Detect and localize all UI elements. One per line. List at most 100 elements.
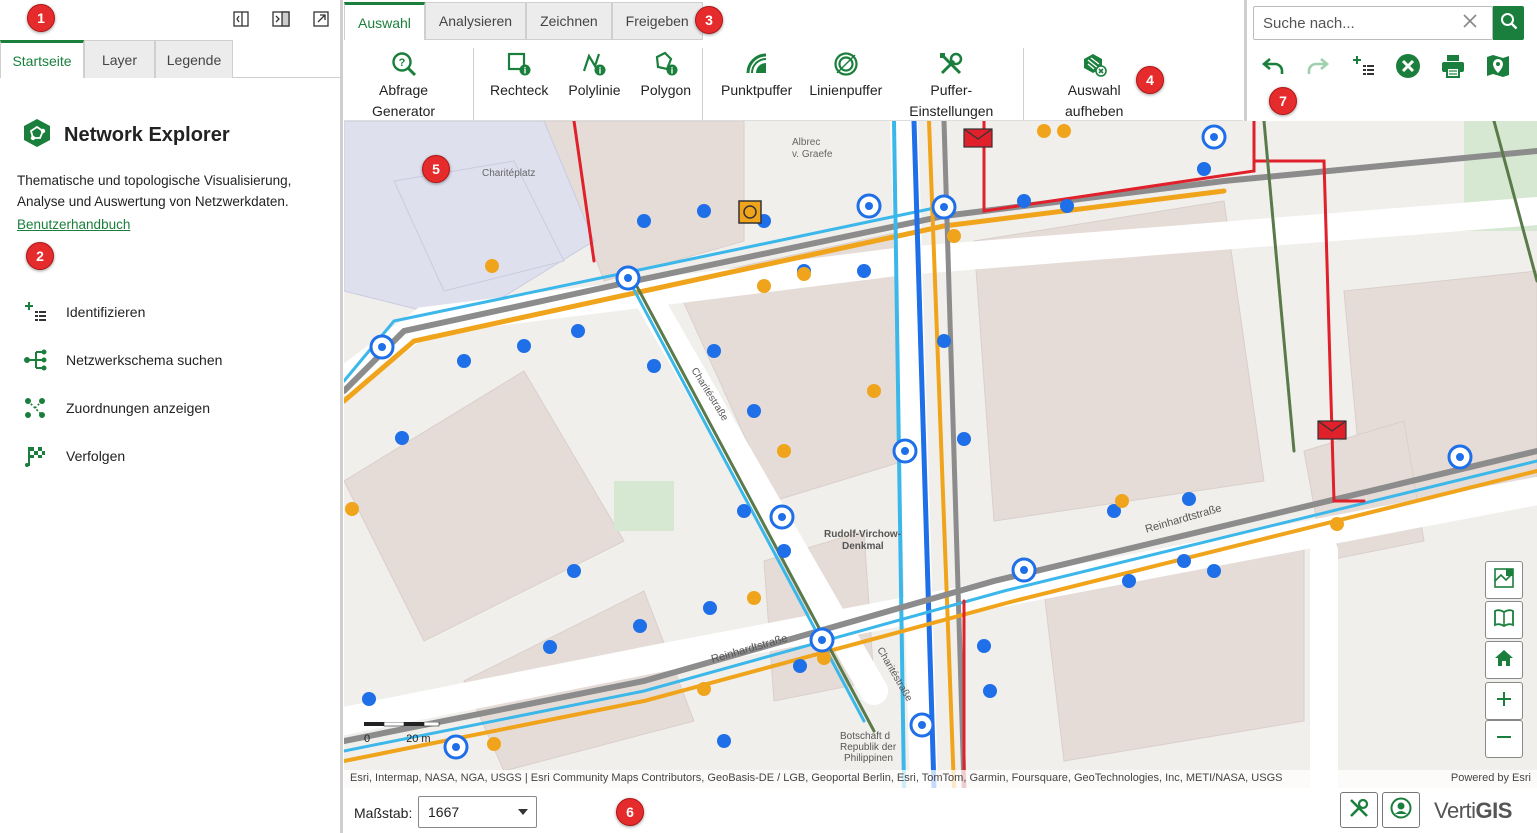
callout-badge: 5	[422, 155, 450, 183]
basemap-icon	[1493, 567, 1515, 594]
callout-badge: 7	[1269, 87, 1297, 115]
map-view[interactable]: Charitéplatz Albrec v. Graefe Charitéstr…	[344, 121, 1537, 788]
auswahl-aufheben-button[interactable]: Auswahl aufheben	[1065, 50, 1123, 122]
tab-auswahl[interactable]: Auswahl	[344, 2, 425, 40]
clear-all-icon[interactable]	[1394, 52, 1422, 80]
user-account-button[interactable]	[1382, 792, 1420, 828]
ribbon-separator	[702, 48, 703, 120]
vertigis-logo: VertiGIS	[1434, 798, 1512, 824]
user-manual-link[interactable]: Benutzerhandbuch	[17, 217, 130, 232]
button-label: Auswahl	[1067, 82, 1121, 98]
associations-icon	[22, 395, 48, 421]
puffer-einstellungen-button[interactable]: Puffer- Einstellungen	[909, 50, 993, 122]
poi-label: Rudolf-Virchow-	[824, 529, 902, 540]
home-button[interactable]	[1485, 641, 1523, 679]
menu-label: Zuordnungen anzeigen	[66, 400, 211, 416]
polygon-select-icon: i	[652, 50, 680, 78]
polygon-button[interactable]: i Polygon	[640, 50, 692, 101]
redo-icon[interactable]	[1304, 52, 1332, 80]
poi-label: Philippinen	[844, 753, 893, 764]
tool-menu: Identifizieren Netzwerkschema suchen Zuo…	[22, 288, 222, 480]
poi-label: Republik der	[840, 742, 897, 753]
brand-part: Verti	[1434, 798, 1476, 823]
query-search-icon: ?	[390, 50, 418, 78]
punktpuffer-button[interactable]: Punktpuffer	[721, 50, 792, 122]
linienpuffer-button[interactable]: Linienpuffer	[809, 50, 882, 122]
search-icon	[1500, 12, 1518, 35]
tab-freigeben[interactable]: Freigeben	[611, 2, 703, 40]
clear-group: Auswahl aufheben	[1065, 50, 1123, 122]
map-label: Albrec	[792, 137, 821, 148]
collapse-panel-icon[interactable]	[230, 8, 252, 30]
map-tools	[1259, 52, 1512, 80]
callout-badge: 2	[26, 242, 54, 270]
polylinie-button[interactable]: i Polylinie	[568, 50, 621, 101]
tab-legende[interactable]: Legende	[155, 40, 233, 78]
svg-text:?: ?	[398, 57, 405, 69]
scale-bar: 0 20 m	[364, 721, 444, 745]
identify-list-icon[interactable]	[1349, 52, 1377, 80]
button-label: Rechteck	[490, 82, 549, 98]
svg-text:i: i	[599, 66, 602, 76]
attribution-text: Esri, Intermap, NASA, NGA, USGS | Esri C…	[350, 772, 1283, 784]
scale-select[interactable]: 1667	[418, 796, 537, 828]
ribbon-toolbar: Auswahl Analysieren Zeichnen Freigeben ?…	[344, 0, 1243, 121]
polyline-select-icon: i	[580, 50, 608, 78]
poi-label: Denkmal	[842, 541, 884, 552]
bookmarks-button[interactable]	[1485, 601, 1523, 639]
search-input[interactable]: Suche nach...	[1253, 6, 1493, 40]
zoom-out-button[interactable]	[1485, 720, 1523, 758]
tab-zeichnen[interactable]: Zeichnen	[526, 2, 612, 40]
rectangle-select-icon: i	[505, 50, 533, 78]
home-icon	[1493, 647, 1515, 674]
tab-layer[interactable]: Layer	[84, 40, 155, 78]
minus-icon	[1495, 728, 1513, 751]
zoom-in-button[interactable]	[1485, 682, 1523, 720]
poi-label: Botschaft d	[840, 731, 891, 742]
clear-selection-icon	[1080, 50, 1108, 78]
powered-by-text[interactable]: Powered by Esri	[1451, 772, 1531, 786]
point-buffer-icon	[743, 50, 771, 78]
menu-label: Identifizieren	[66, 304, 146, 320]
rechteck-button[interactable]: i Rechteck	[490, 50, 548, 101]
page-title: Network Explorer	[64, 124, 230, 146]
menu-verfolgen[interactable]: Verfolgen	[22, 432, 222, 480]
plus-icon	[1495, 690, 1513, 713]
clear-search-icon[interactable]	[1463, 14, 1477, 33]
map-location-icon[interactable]	[1484, 52, 1512, 80]
scale-end: 20 m	[406, 733, 431, 745]
button-label: Puffer-	[930, 82, 973, 98]
left-panel: Startseite Layer Legende Network Explore…	[0, 0, 343, 833]
scale-value: 1667	[428, 804, 460, 820]
menu-netzwerkschema[interactable]: Netzwerkschema suchen	[22, 336, 222, 384]
popout-panel-icon[interactable]	[310, 8, 332, 30]
button-label: Polygon	[640, 82, 692, 98]
tools-icon	[1348, 797, 1370, 824]
callout-badge: 6	[616, 798, 644, 826]
tab-analysieren[interactable]: Analysieren	[424, 2, 527, 40]
map-attribution: Esri, Intermap, NASA, NGA, USGS | Esri C…	[344, 770, 1537, 788]
settings-tools-button[interactable]	[1340, 792, 1378, 828]
menu-identifizieren[interactable]: Identifizieren	[22, 288, 222, 336]
undo-icon[interactable]	[1259, 52, 1287, 80]
query-group: ? Abfrage Generator	[372, 50, 435, 122]
buffer-group: Punktpuffer Linienpuffer Puffer- Einstel…	[721, 50, 993, 122]
tab-startseite[interactable]: Startseite	[0, 40, 84, 78]
search-button[interactable]	[1493, 6, 1524, 40]
menu-label: Verfolgen	[66, 448, 126, 464]
button-label: Linienpuffer	[809, 82, 883, 98]
menu-label: Netzwerkschema suchen	[66, 352, 223, 368]
button-label: Punktpuffer	[721, 82, 793, 98]
button-label: Abfrage	[379, 82, 429, 98]
button-label: Polylinie	[568, 82, 621, 98]
print-icon[interactable]	[1439, 52, 1467, 80]
svg-text:i: i	[671, 66, 674, 76]
brand-part: GIS	[1475, 798, 1513, 823]
network-schema-icon	[22, 347, 48, 373]
callout-badge: 1	[27, 4, 55, 32]
basemap-button[interactable]	[1485, 561, 1523, 599]
menu-zuordnungen[interactable]: Zuordnungen anzeigen	[22, 384, 222, 432]
callout-badge: 4	[1136, 66, 1164, 94]
dock-panel-icon[interactable]	[270, 8, 292, 30]
query-generator-button[interactable]: ? Abfrage Generator	[372, 50, 435, 122]
